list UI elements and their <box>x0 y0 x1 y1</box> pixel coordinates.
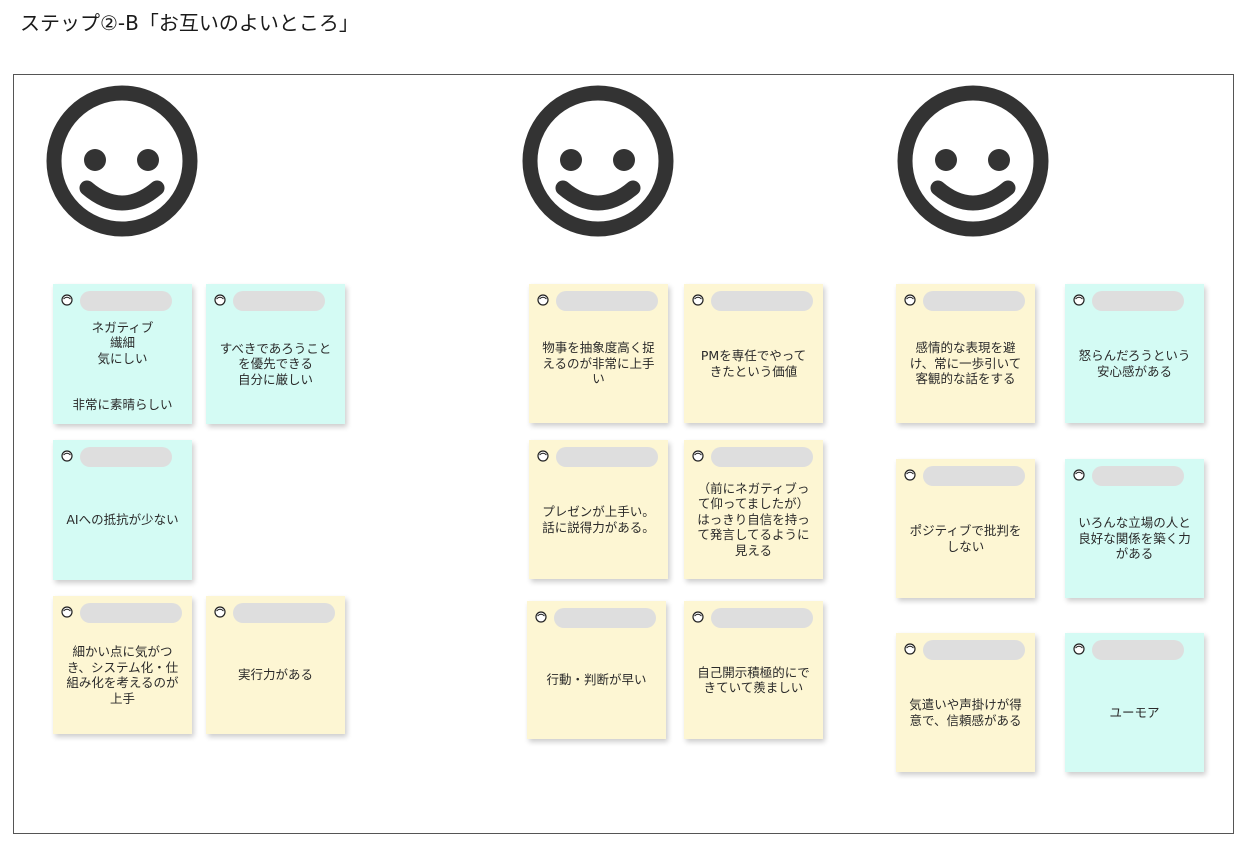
avatar-icon <box>61 450 73 462</box>
avatar-icon <box>1073 294 1085 306</box>
sticky-note[interactable]: 自己開示積極的にで きていて羨ましい <box>684 601 823 739</box>
note-text: （前にネガティブっ て仰ってましたが） はっきり自信を持っ て発言してるように … <box>697 480 810 558</box>
avatar-icon <box>537 450 549 462</box>
avatar-icon <box>692 294 704 306</box>
note-text: 怒らんだろうという 安心感がある <box>1078 348 1191 379</box>
author-name-placeholder <box>711 447 813 467</box>
author-name-placeholder <box>923 640 1025 660</box>
author-name-placeholder <box>923 466 1025 486</box>
author-name-placeholder <box>711 608 813 628</box>
avatar-icon <box>692 611 704 623</box>
author-name-placeholder <box>1092 291 1184 311</box>
author-name-placeholder <box>80 291 172 311</box>
smiley-face-icon <box>46 85 198 237</box>
note-text: 気遣いや声掛けが得 意で、信頼感がある <box>909 697 1022 728</box>
sticky-note[interactable]: （前にネガティブっ て仰ってましたが） はっきり自信を持っ て発言してるように … <box>684 440 823 579</box>
note-text: ネガティブ 繊細 気にしい 非常に素晴らしい <box>72 319 173 413</box>
avatar-icon <box>1073 469 1085 481</box>
author-name-placeholder <box>556 291 658 311</box>
avatar-icon <box>904 643 916 655</box>
author-name-placeholder <box>80 447 172 467</box>
avatar-icon <box>535 611 547 623</box>
avatar-icon <box>692 450 704 462</box>
author-name-placeholder <box>233 291 325 311</box>
sticky-note[interactable]: ユーモア <box>1065 633 1204 772</box>
note-text: 自己開示積極的にで きていて羨ましい <box>697 664 810 696</box>
note-text: 感情的な表現を避 け、常に一歩引いて 客観的な話をする <box>909 340 1022 387</box>
sticky-note[interactable]: プレゼンが上手い。 話に説得力がある。 <box>529 440 668 579</box>
note-text: ユーモア <box>1109 704 1160 720</box>
author-name-placeholder <box>1092 640 1184 660</box>
avatar-icon <box>61 606 73 618</box>
note-text: ポジティブで批判を しない <box>909 523 1022 554</box>
author-name-placeholder <box>923 291 1025 311</box>
note-text: 細かい点に気がつ き、システム化・仕 組み化を考えるのが 上手 <box>66 644 179 706</box>
sticky-note[interactable]: すべきであろうこと を優先できる 自分に厳しい <box>206 284 345 424</box>
avatar-icon <box>537 294 549 306</box>
note-text: 行動・判断が早い <box>546 672 647 688</box>
note-text: PMを専任でやって きたという価値 <box>700 348 807 379</box>
sticky-note[interactable]: 実行力がある <box>206 596 345 734</box>
note-text: 実行力がある <box>237 667 313 683</box>
avatar-icon <box>904 469 916 481</box>
avatar-icon <box>1073 643 1085 655</box>
sticky-note[interactable]: AIへの抵抗が少ない <box>53 440 192 580</box>
author-name-placeholder <box>80 603 182 623</box>
author-name-placeholder <box>711 291 813 311</box>
sticky-note[interactable]: 物事を抽象度高く捉 えるのが非常に上手 い <box>529 284 668 423</box>
sticky-note[interactable]: ネガティブ 繊細 気にしい 非常に素晴らしい <box>53 284 192 424</box>
avatar-icon <box>214 294 226 306</box>
sticky-note[interactable]: ポジティブで批判を しない <box>896 459 1035 598</box>
sticky-note[interactable]: PMを専任でやって きたという価値 <box>684 284 823 423</box>
avatar-icon <box>214 606 226 618</box>
sticky-note[interactable]: 感情的な表現を避 け、常に一歩引いて 客観的な話をする <box>896 284 1035 423</box>
author-name-placeholder <box>1092 466 1184 486</box>
smiley-face-icon <box>897 85 1049 237</box>
note-text: 物事を抽象度高く捉 えるのが非常に上手 い <box>542 340 655 387</box>
note-text: いろんな立場の人と 良好な関係を築く力 がある <box>1078 515 1191 562</box>
author-name-placeholder <box>556 447 658 467</box>
page-title: ステップ②-B「お互いのよいところ」 <box>20 11 359 35</box>
sticky-note[interactable]: 細かい点に気がつ き、システム化・仕 組み化を考えるのが 上手 <box>53 596 192 734</box>
sticky-note[interactable]: 行動・判断が早い <box>527 601 666 739</box>
note-text: AIへの抵抗が少ない <box>66 512 179 528</box>
sticky-note[interactable]: いろんな立場の人と 良好な関係を築く力 がある <box>1065 459 1204 598</box>
sticky-note[interactable]: 気遣いや声掛けが得 意で、信頼感がある <box>896 633 1035 772</box>
note-text: すべきであろうこと を優先できる 自分に厳しい <box>219 340 332 387</box>
smiley-face-icon <box>522 85 674 237</box>
sticky-note[interactable]: 怒らんだろうという 安心感がある <box>1065 284 1204 423</box>
author-name-placeholder <box>554 608 656 628</box>
note-text: プレゼンが上手い。 話に説得力がある。 <box>542 504 655 535</box>
avatar-icon <box>61 294 73 306</box>
author-name-placeholder <box>233 603 335 623</box>
avatar-icon <box>904 294 916 306</box>
